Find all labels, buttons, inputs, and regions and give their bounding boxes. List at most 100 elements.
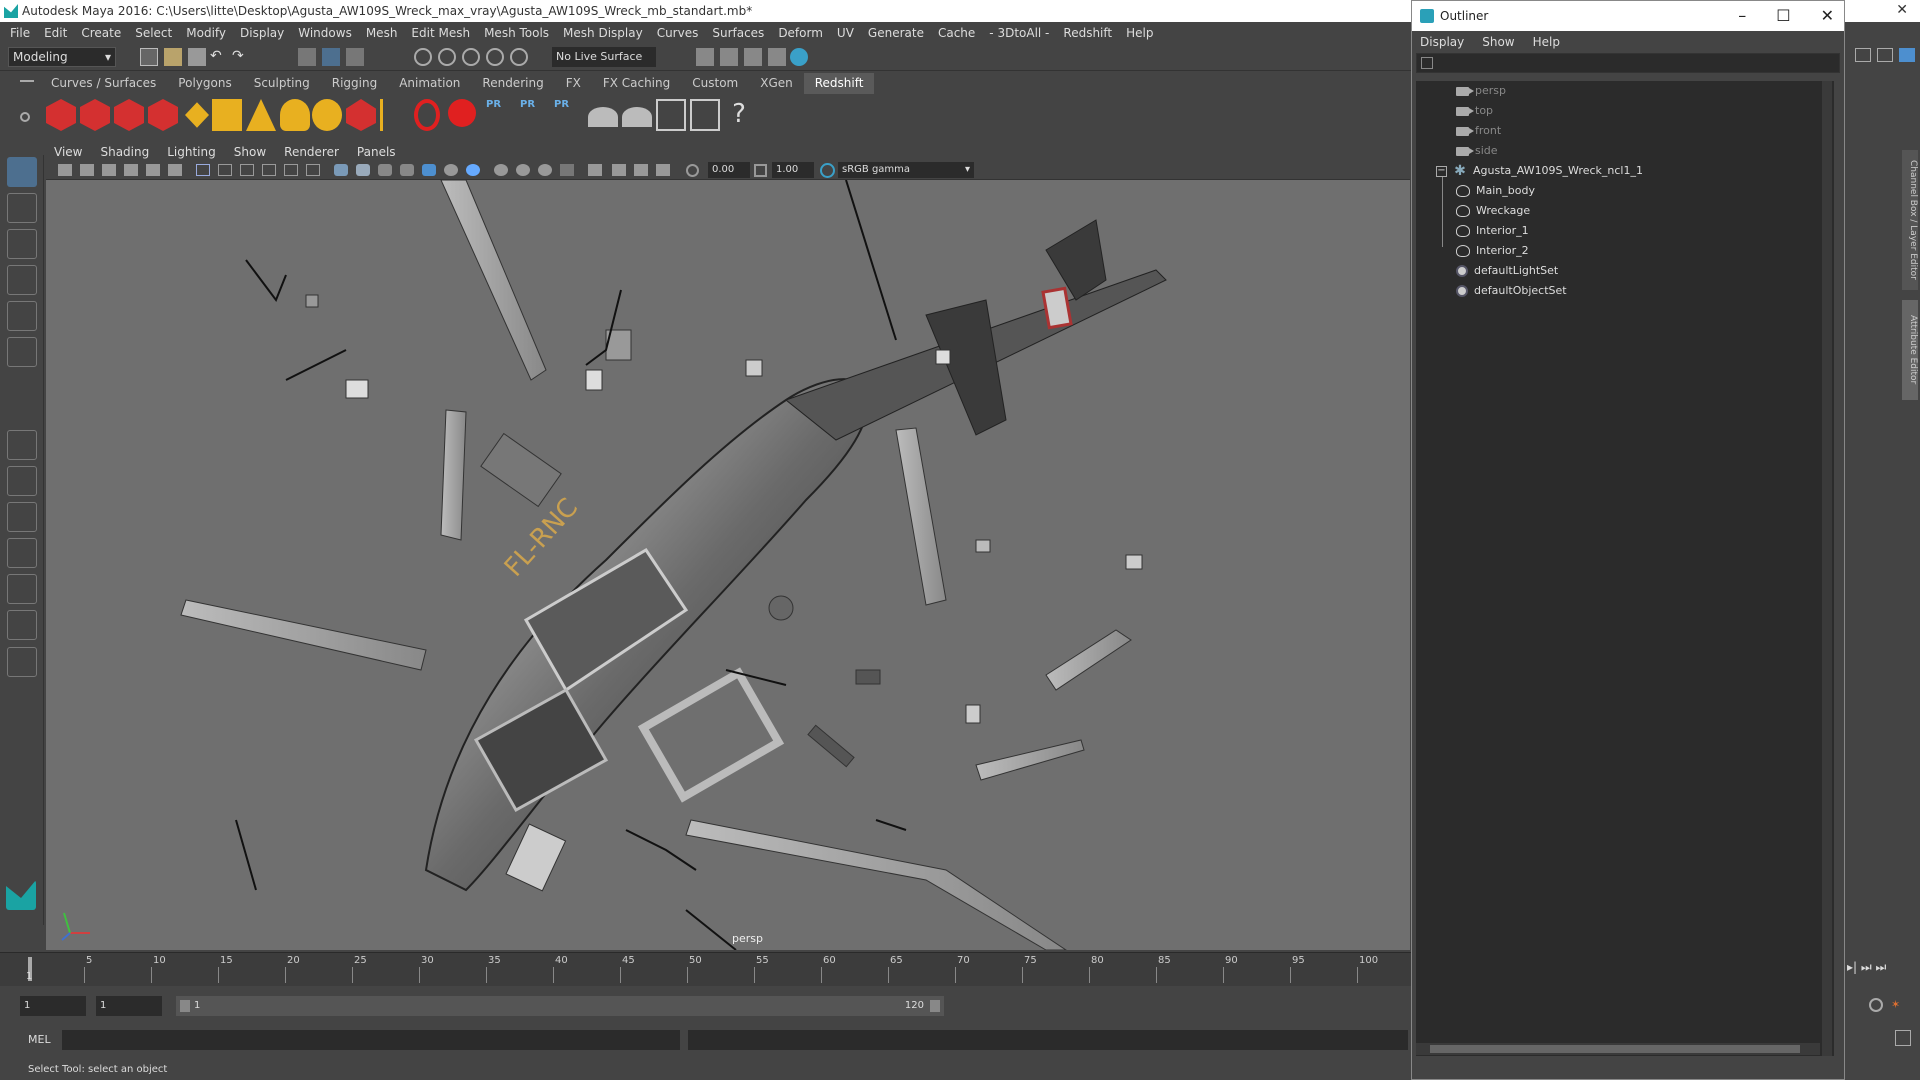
- snap-curve-icon[interactable]: [438, 48, 456, 66]
- tab-custom[interactable]: Custom: [681, 73, 749, 94]
- rs-pr-icon-2[interactable]: PR: [520, 99, 550, 131]
- paint-select-icon[interactable]: [7, 229, 37, 259]
- rs-render-frame-icon[interactable]: [80, 99, 110, 131]
- menu-display[interactable]: Display: [240, 26, 284, 40]
- outliner-search-input[interactable]: [1416, 53, 1840, 73]
- rs-light-icon[interactable]: [185, 102, 209, 128]
- shelf-menu-icon[interactable]: [20, 80, 34, 82]
- toggle-channel-box-icon[interactable]: [1899, 48, 1915, 62]
- anti-alias-icon[interactable]: [538, 164, 552, 176]
- grid-icon[interactable]: [196, 164, 210, 176]
- menu-modify[interactable]: Modify: [186, 26, 226, 40]
- screen-ao-icon[interactable]: [494, 164, 508, 176]
- select-object-icon[interactable]: [322, 48, 340, 66]
- select-component-icon[interactable]: [346, 48, 364, 66]
- bookmark-icon[interactable]: [102, 164, 116, 176]
- resolution-gate-icon[interactable]: [240, 164, 254, 176]
- camera-icon[interactable]: [58, 164, 72, 176]
- tab-fx-caching[interactable]: FX Caching: [592, 73, 681, 94]
- xray-icon[interactable]: [612, 164, 626, 176]
- rs-dome-light-icon[interactable]: [280, 99, 310, 131]
- wireframe-icon[interactable]: [334, 164, 348, 176]
- rs-spot-light-icon[interactable]: [246, 99, 276, 131]
- viewport-menu-show[interactable]: Show: [234, 145, 266, 159]
- snap-grid-icon[interactable]: [414, 48, 432, 66]
- viewport-menu-lighting[interactable]: Lighting: [167, 145, 216, 159]
- new-scene-icon[interactable]: [140, 48, 158, 66]
- toggle-outliner-icon[interactable]: [1855, 48, 1871, 62]
- anim-prefs-icon[interactable]: ✶: [1891, 998, 1905, 1012]
- outliner-item-interior-2[interactable]: Interior_2: [1456, 241, 1529, 261]
- field-chart-icon[interactable]: [284, 164, 298, 176]
- xray-components-icon[interactable]: [656, 164, 670, 176]
- minimize-icon[interactable]: –: [1738, 1, 1746, 31]
- snap-view-icon[interactable]: [486, 48, 504, 66]
- maya-home-icon[interactable]: [6, 880, 36, 910]
- range-start-field[interactable]: 1: [96, 996, 162, 1016]
- redo-icon[interactable]: ↷: [232, 48, 250, 66]
- lasso-tool-icon[interactable]: [7, 193, 37, 223]
- rs-area-light-icon[interactable]: [212, 99, 242, 131]
- time-slider[interactable]: 1 5 10 15 20 25 30 35 40 45 50 55 60 65 70 75 80 85 90 95 1…: [0, 952, 1411, 986]
- gate-mask-icon[interactable]: [262, 164, 276, 176]
- rs-console-icon[interactable]: [656, 99, 686, 131]
- image-plane-icon[interactable]: [124, 164, 138, 176]
- outliner-item-front[interactable]: front: [1456, 121, 1501, 141]
- depth-of-field-icon[interactable]: [560, 164, 574, 176]
- menu-edit[interactable]: Edit: [44, 26, 67, 40]
- collapse-icon[interactable]: −: [1436, 165, 1447, 177]
- mode-selector[interactable]: Modeling ▾: [8, 47, 116, 67]
- graph-layout-icon[interactable]: [7, 574, 37, 604]
- rs-sun-icon[interactable]: [312, 99, 342, 131]
- textured-icon[interactable]: [422, 164, 436, 176]
- auto-key-icon[interactable]: [1869, 998, 1883, 1012]
- rs-bowl-icon-1[interactable]: [588, 107, 618, 127]
- outliner-item-default-light-set[interactable]: defaultLightSet: [1456, 261, 1558, 281]
- menu-redshift[interactable]: Redshift: [1063, 26, 1112, 40]
- script-editor-icon[interactable]: [1895, 1030, 1911, 1046]
- outliner-menu-help[interactable]: Help: [1533, 31, 1560, 53]
- rs-mesh-light-icon[interactable]: [414, 99, 440, 131]
- outliner-menu-display[interactable]: Display: [1420, 31, 1464, 53]
- start-time-field[interactable]: 1: [20, 996, 86, 1016]
- viewport-menu-panels[interactable]: Panels: [357, 145, 396, 159]
- open-scene-icon[interactable]: [164, 48, 182, 66]
- outliner-layout-icon[interactable]: [7, 538, 37, 568]
- outliner-item-interior-1[interactable]: Interior_1: [1456, 221, 1529, 241]
- rs-settings-icon[interactable]: [148, 99, 178, 131]
- menu-curves[interactable]: Curves: [657, 26, 699, 40]
- color-space-select[interactable]: sRGB gamma ▾: [838, 162, 974, 178]
- menu-mesh-display[interactable]: Mesh Display: [563, 26, 643, 40]
- rs-bowl-icon-2[interactable]: [622, 107, 652, 127]
- rs-render-view-icon[interactable]: [46, 99, 76, 131]
- outliner-item-persp[interactable]: persp: [1456, 81, 1506, 101]
- safe-action-icon[interactable]: [306, 164, 320, 176]
- menu-deform[interactable]: Deform: [778, 26, 823, 40]
- outliner-item-top[interactable]: top: [1456, 101, 1493, 121]
- shadows-icon[interactable]: [466, 164, 480, 176]
- 2d-pan-icon[interactable]: [146, 164, 160, 176]
- exposure-field[interactable]: 0.00: [708, 162, 750, 178]
- rs-pr-icon-3[interactable]: PR: [554, 99, 584, 131]
- grease-pencil-icon[interactable]: [168, 164, 182, 176]
- menu-surfaces[interactable]: Surfaces: [712, 26, 764, 40]
- outliner-item-default-object-set[interactable]: defaultObjectSet: [1456, 281, 1567, 301]
- horizontal-scroll-thumb[interactable]: [1430, 1045, 1800, 1053]
- save-scene-icon[interactable]: [188, 48, 206, 66]
- range-start-handle[interactable]: [180, 1000, 190, 1012]
- viewport-menu-renderer[interactable]: Renderer: [284, 145, 339, 159]
- select-tool-icon[interactable]: [7, 157, 37, 187]
- default-material-icon[interactable]: [400, 164, 414, 176]
- rs-ies-light-icon[interactable]: [380, 99, 410, 131]
- menu-generate[interactable]: Generate: [868, 26, 924, 40]
- rs-ipr-icon[interactable]: [114, 99, 144, 131]
- undo-icon[interactable]: ↶: [210, 48, 228, 66]
- render-view-icon[interactable]: [696, 48, 714, 66]
- menu-uv[interactable]: UV: [837, 26, 854, 40]
- outliner-item-main-body[interactable]: Main_body: [1456, 181, 1535, 201]
- tab-xgen[interactable]: XGen: [749, 73, 804, 94]
- rotate-tool-icon[interactable]: [7, 301, 37, 331]
- main-close-icon[interactable]: ✕: [1896, 2, 1908, 18]
- menu-3dtoall[interactable]: - 3DtoAll -: [989, 26, 1049, 40]
- help-icon[interactable]: ?: [724, 99, 754, 131]
